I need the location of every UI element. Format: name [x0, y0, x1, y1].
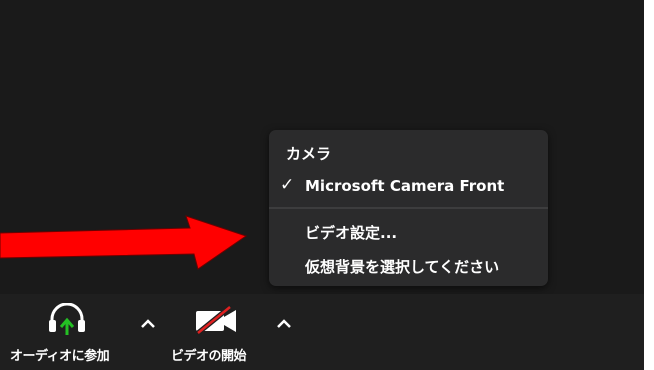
checkmark-icon: ✓	[280, 175, 295, 195]
camera-menu-header: カメラ	[286, 145, 332, 163]
camera-option-microsoft-camera-front[interactable]: ✓ Microsoft Camera Front	[269, 173, 548, 199]
meeting-toolbar: オーディオに参加 ビデオの開始	[0, 294, 644, 370]
video-settings-item[interactable]: ビデオ設定...	[269, 218, 548, 244]
menu-divider	[269, 207, 548, 209]
start-video-label: ビデオの開始	[171, 349, 247, 364]
start-video-button[interactable]: ビデオの開始	[158, 294, 268, 370]
video-options-caret[interactable]	[276, 319, 292, 329]
join-audio-label: オーディオに参加	[10, 349, 110, 364]
video-off-icon	[196, 305, 236, 335]
camera-menu: カメラ ✓ Microsoft Camera Front ビデオ設定... 仮想…	[269, 130, 548, 286]
join-audio-button[interactable]: オーディオに参加	[0, 294, 130, 370]
virtual-background-item[interactable]: 仮想背景を選択してください	[269, 252, 548, 278]
audio-options-caret[interactable]	[140, 319, 156, 329]
red-arrow-icon	[0, 215, 248, 270]
window-edge	[644, 0, 654, 370]
virtual-background-label: 仮想背景を選択してください	[305, 258, 500, 276]
video-settings-label: ビデオ設定...	[305, 224, 398, 242]
headphones-icon	[49, 303, 85, 335]
camera-option-label: Microsoft Camera Front	[305, 177, 505, 195]
